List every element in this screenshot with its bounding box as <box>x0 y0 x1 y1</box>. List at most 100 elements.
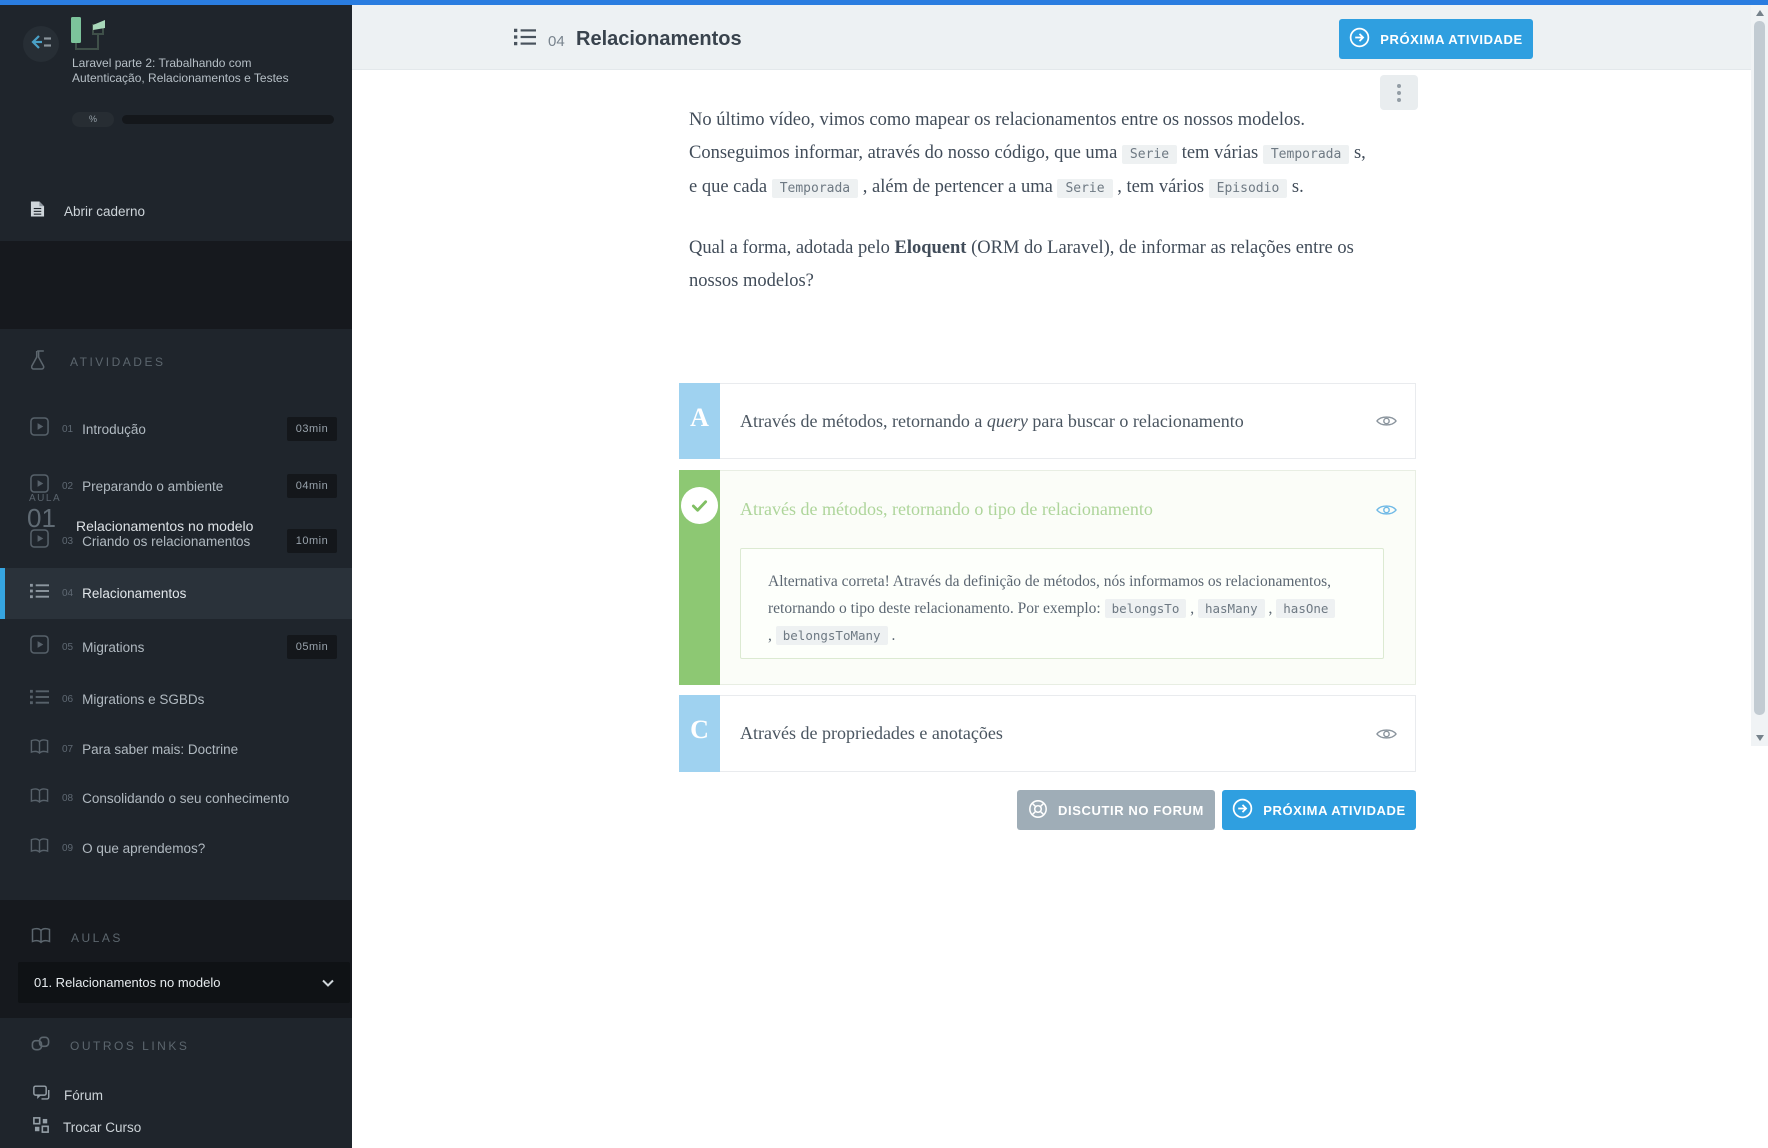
discuss-forum-button[interactable]: DISCUTIR NO FORUM <box>1017 790 1215 830</box>
answer-option-a[interactable]: A Através de métodos, retornando a query… <box>679 383 1416 459</box>
next-activity-label: PRÓXIMA ATIVIDADE <box>1380 31 1523 47</box>
next-activity-button-top[interactable]: PRÓXIMA ATIVIDADE <box>1339 19 1533 59</box>
question-text: No último vídeo, vimos como mapear os re… <box>689 104 1369 298</box>
eye-icon[interactable] <box>1376 727 1397 741</box>
switch-course-label: Trocar Curso <box>63 1119 142 1135</box>
book-icon <box>30 787 49 809</box>
item-number: 09 <box>62 842 74 854</box>
forum-label: Fórum <box>64 1087 104 1103</box>
video-icon <box>30 474 49 498</box>
page-title: Relacionamentos <box>576 28 742 50</box>
item-number: 08 <box>62 792 74 804</box>
item-title: Preparando o ambiente <box>82 478 224 494</box>
answer-option-c[interactable]: C Através de propriedades e anotações <box>679 695 1416 772</box>
option-text: Através de propriedades e anotações <box>740 723 1003 743</box>
collapse-arrow-icon <box>30 34 52 55</box>
open-notebook-label: Abrir caderno <box>64 203 146 219</box>
scroll-down-arrow[interactable] <box>1751 731 1768 745</box>
item-title: Migrations <box>82 639 145 655</box>
list-icon <box>30 689 49 710</box>
kebab-menu-button[interactable] <box>1380 75 1418 110</box>
course-activity-page: Laravel parte 2: Trabalhando com Autenti… <box>0 0 1768 1148</box>
next-activity-button-bottom[interactable]: PRÓXIMA ATIVIDADE <box>1222 790 1416 830</box>
sidebar-item-criando-os-relacionamentos[interactable]: 03 Criando os relacionamentos 10min <box>0 515 352 567</box>
chat-icon <box>33 1084 50 1106</box>
course-title: Laravel parte 2: Trabalhando com Autenti… <box>72 56 289 85</box>
next-activity-label: PRÓXIMA ATIVIDADE <box>1263 802 1406 818</box>
activities-section-header: ATIVIDADES <box>0 348 352 376</box>
book-icon <box>30 837 49 859</box>
duration-badge: 10min <box>287 529 337 553</box>
sidebar-item-introducao[interactable]: 01 Introdução 03min <box>0 403 352 455</box>
item-title: Migrations e SGBDs <box>82 691 205 707</box>
arrow-right-circle-icon <box>1232 798 1253 822</box>
other-links-header-label: OUTROS LINKS <box>70 1039 190 1053</box>
course-logo <box>70 16 112 59</box>
activity-number: 04 <box>548 33 565 50</box>
item-number: 07 <box>62 743 74 755</box>
discuss-forum-label: DISCUTIR NO FORUM <box>1058 802 1204 818</box>
aulas-section: AULAS 01. Relacionamentos no modelo <box>0 900 352 1018</box>
lesson-select-dropdown[interactable]: 01. Relacionamentos no modelo <box>18 962 350 1003</box>
forum-link[interactable]: Fórum <box>0 1080 352 1110</box>
duration-badge: 05min <box>287 635 337 659</box>
grid-icon <box>33 1116 49 1138</box>
eye-icon[interactable] <box>1376 503 1397 517</box>
current-lesson-banner: AULA 01 Relacionamentos no modelo <box>0 241 352 534</box>
activity-header-bar: 04 Relacionamentos PRÓXIMA ATIVIDADE <box>352 5 1768 70</box>
correct-option-text: Através de métodos, retornando o tipo de… <box>740 499 1153 519</box>
sidebar-item-para-saber-mais-doctrine[interactable]: 07 Para saber mais: Doctrine <box>0 723 352 775</box>
sidebar-item-migrations[interactable]: 05 Migrations 05min <box>0 621 352 673</box>
video-icon <box>30 529 49 553</box>
sidebar-item-o-que-aprendemos[interactable]: 09 O que aprendemos? <box>0 822 352 874</box>
document-icon <box>30 200 45 223</box>
sidebar-item-relacionamentos-active[interactable]: 04 Relacionamentos <box>0 568 352 619</box>
book-icon <box>31 927 51 949</box>
scrollbar <box>1751 5 1768 746</box>
item-title: Criando os relacionamentos <box>82 533 251 549</box>
activity-type-list-icon <box>514 28 536 51</box>
answer-feedback: Alternativa correta! Através da definiçã… <box>740 548 1384 659</box>
other-links-section: OUTROS LINKS Fórum Trocar Curso <box>0 1018 352 1148</box>
scrollbar-thumb[interactable] <box>1754 21 1765 715</box>
option-letter: A <box>679 383 720 459</box>
sidebar-item-consolidando-o-seu-conhecimento[interactable]: 08 Consolidando o seu conhecimento <box>0 772 352 824</box>
duration-badge: 04min <box>287 474 337 498</box>
activities-header-label: ATIVIDADES <box>70 355 166 369</box>
video-icon <box>30 417 49 441</box>
check-icon <box>681 487 718 524</box>
list-icon <box>30 583 49 604</box>
sidebar: Laravel parte 2: Trabalhando com Autenti… <box>0 0 352 1148</box>
item-number: 06 <box>62 693 74 705</box>
answer-option-correct[interactable]: Através de métodos, retornando o tipo de… <box>679 470 1416 685</box>
open-notebook-button[interactable]: Abrir caderno <box>0 188 352 234</box>
other-links-header: OUTROS LINKS <box>0 1032 352 1060</box>
chevron-down-icon <box>322 979 334 987</box>
progress-bar <box>122 115 334 124</box>
item-number: 01 <box>62 423 74 435</box>
scroll-up-arrow[interactable] <box>1751 6 1768 20</box>
item-title: Consolidando o seu conhecimento <box>82 790 290 806</box>
item-title: O que aprendemos? <box>82 840 206 856</box>
eye-icon[interactable] <box>1376 414 1397 428</box>
item-number: 03 <box>62 535 74 547</box>
collapse-sidebar-button[interactable] <box>23 26 59 62</box>
aulas-header-label: AULAS <box>71 931 123 945</box>
aulas-section-header: AULAS <box>0 924 352 952</box>
switch-course-link[interactable]: Trocar Curso <box>0 1112 352 1142</box>
book-icon <box>30 738 49 760</box>
sidebar-item-migrations-e-sgbds[interactable]: 06 Migrations e SGBDs <box>0 673 352 725</box>
item-title: Introdução <box>82 421 146 437</box>
link-icon <box>31 1034 50 1058</box>
video-icon <box>30 635 49 659</box>
question-paragraph-1: No último vídeo, vimos como mapear os re… <box>689 110 1366 198</box>
duration-badge: 03min <box>287 417 337 441</box>
option-letter: C <box>679 695 720 772</box>
arrow-right-circle-icon <box>1349 27 1370 51</box>
flask-icon <box>30 349 50 376</box>
option-text: Através de métodos, retornando a query p… <box>740 410 1244 431</box>
top-accent-bar <box>0 0 1768 5</box>
item-title: Relacionamentos <box>82 586 187 601</box>
sidebar-item-preparando-o-ambiente[interactable]: 02 Preparando o ambiente 04min <box>0 460 352 512</box>
life-ring-icon <box>1028 799 1048 822</box>
